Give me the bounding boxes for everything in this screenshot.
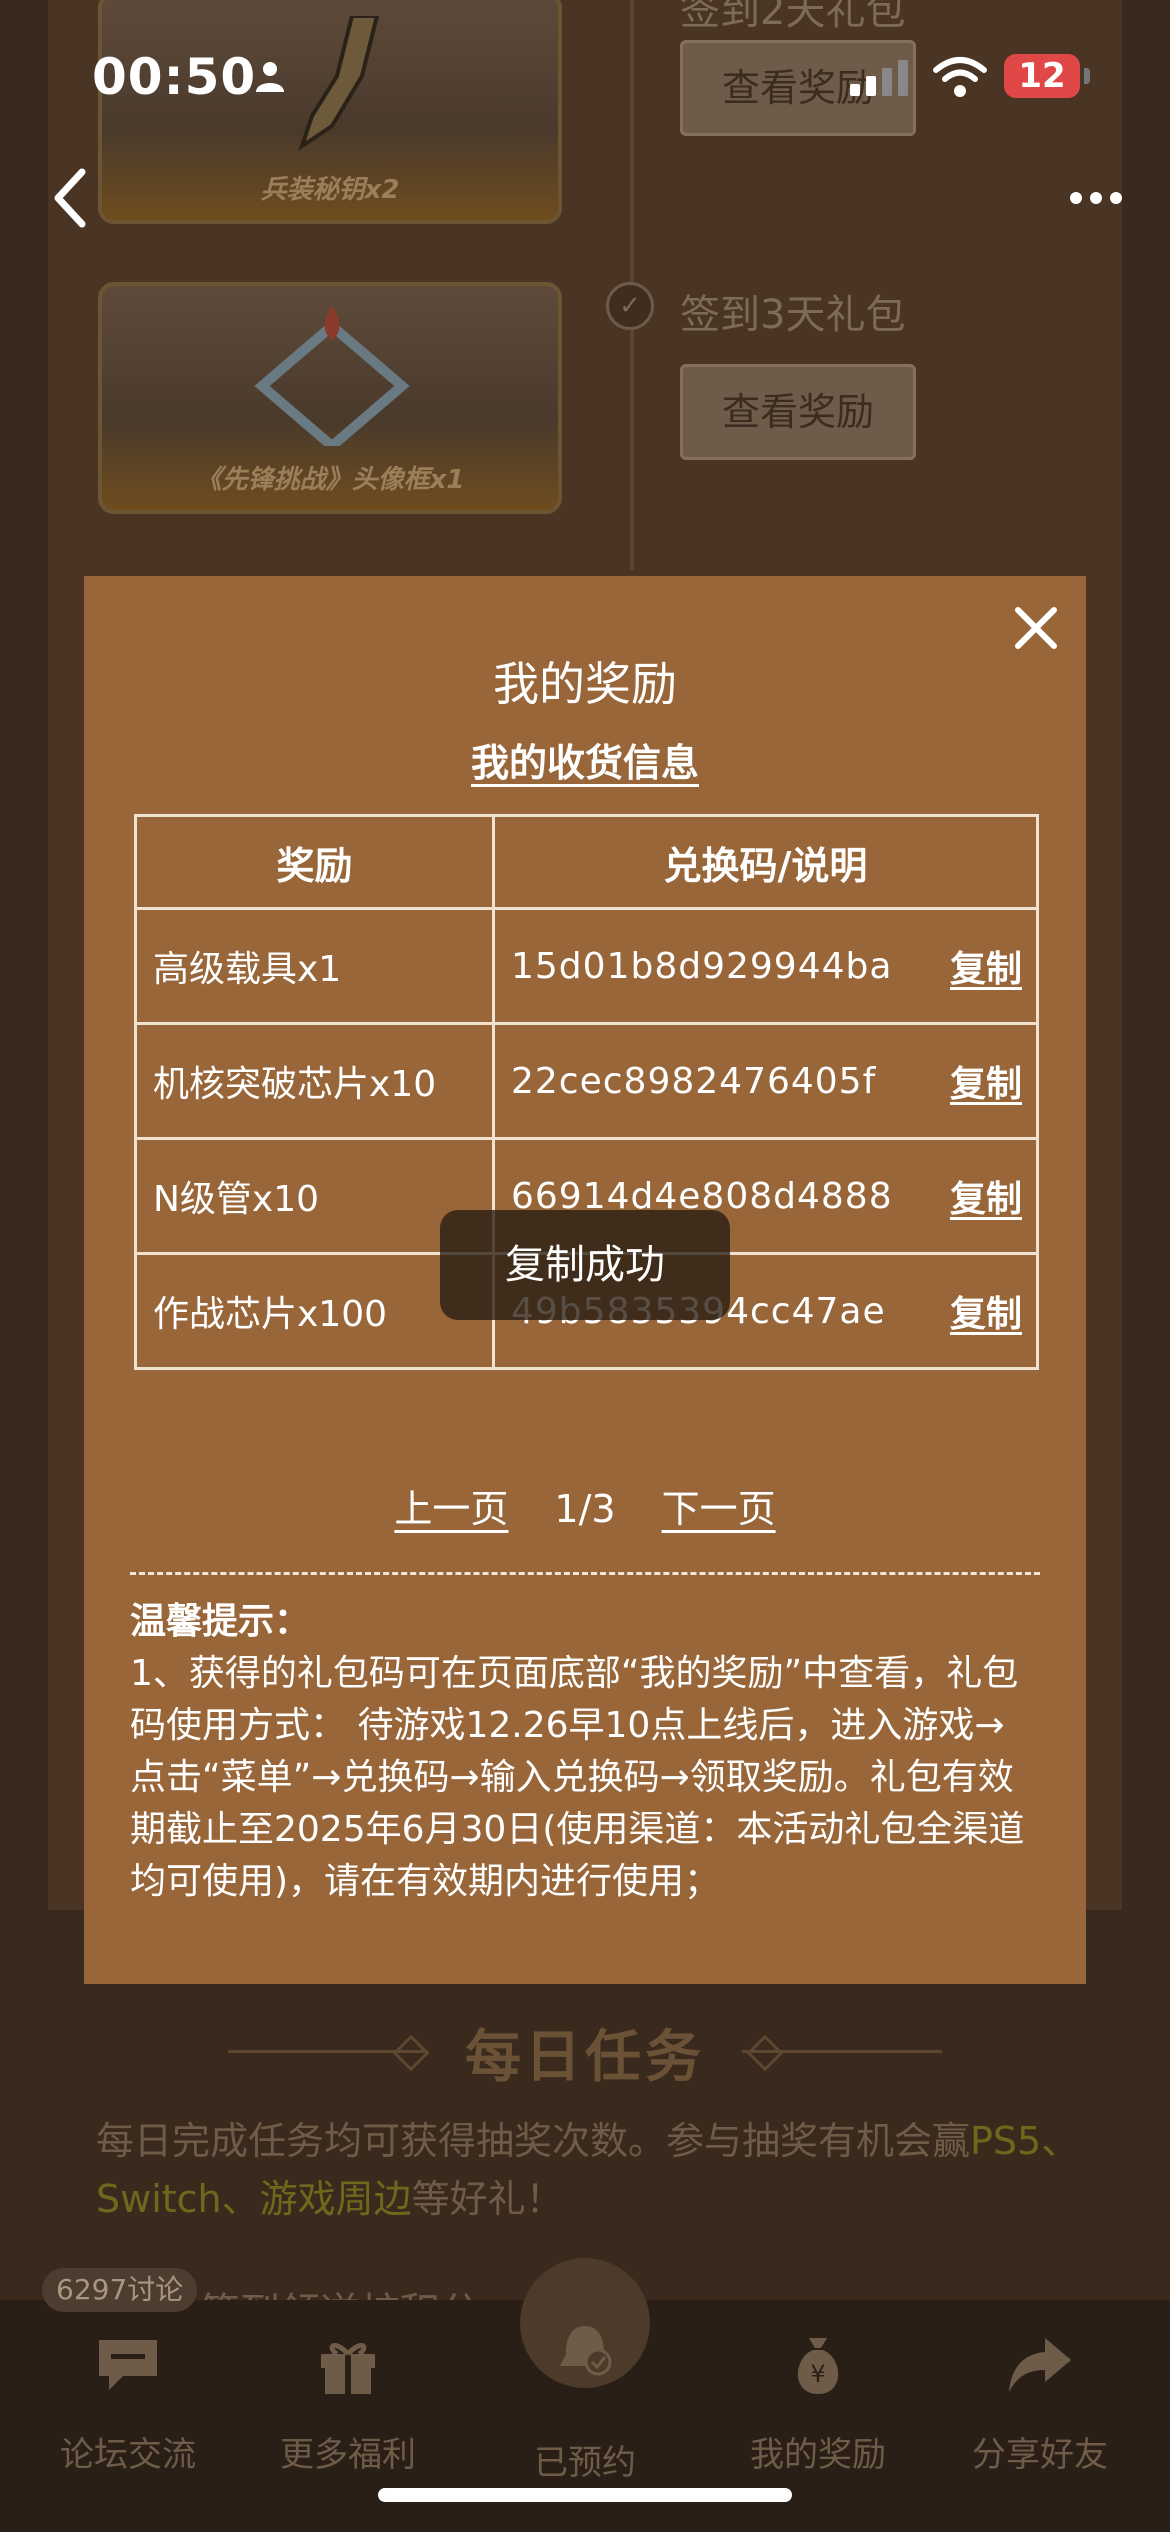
status-time: 00:50 [92,48,257,106]
person-icon [256,62,284,92]
column-header-code: 兑换码/说明 [492,814,1039,910]
copy-button[interactable]: 复制 [950,1170,1022,1222]
timeline-title: 签到2天礼包 [680,0,906,34]
daily-tasks-description: 每日完成任务均可获得抽奖次数。参与抽奖有机会赢PS5、Switch、游戏周边等好… [96,2119,1080,2221]
chat-icon [99,2340,157,2390]
tab-reserved[interactable]: 已预约 [495,2326,675,2484]
bell-check-icon [560,2326,612,2376]
check-circle-icon: ✓ [606,282,654,330]
shipping-info-link[interactable]: 我的收货信息 [84,732,1086,787]
money-bag-icon: ¥ [797,2338,839,2394]
back-icon[interactable] [52,166,92,230]
tab-label: 论坛交流 [60,2435,196,2475]
wifi-icon [933,57,987,97]
discussion-count-badge: 6297讨论 [42,2268,198,2312]
tab-label: 已预约 [534,2443,636,2483]
svg-text:¥: ¥ [810,2360,825,2388]
copy-button[interactable]: 复制 [950,1055,1022,1107]
reward-name: 高级载具x1 [134,907,495,1025]
code-cell: 22cec8982476405f 复制 [492,1022,1039,1140]
redeem-code: 22cec8982476405f [511,1060,877,1102]
copy-button[interactable]: 复制 [950,940,1022,992]
tips-box[interactable]: 温馨提示： 1、获得的礼包码可在页面底部“我的奖励”中查看，礼包码使用方式： 待… [130,1596,1040,1932]
modal-title: 我的奖励 [493,657,677,711]
daily-tasks-title: 每日任务 [465,2025,705,2090]
tips-text: 1、获得的礼包码可在页面底部“我的奖励”中查看，礼包码使用方式： 待游戏12.2… [130,1653,1025,1902]
column-header-reward: 奖励 [134,814,495,910]
tab-label: 更多福利 [280,2435,416,2475]
code-cell: 15d01b8d929944ba 复制 [492,907,1039,1025]
tab-label: 分享好友 [972,2435,1108,2475]
copy-button[interactable]: 复制 [950,1285,1022,1337]
copy-success-toast: 复制成功 [440,1210,730,1320]
dashed-divider [130,1572,1040,1575]
avatar-frame-icon [254,306,410,446]
battery-tip [1084,68,1090,84]
reward-card-key: 兵装秘钥x2 [98,0,562,224]
pagination: 上一页 1/3 下一页 [84,1478,1086,1533]
table-row: 高级载具x1 15d01b8d929944ba 复制 [134,907,1039,1025]
redeem-code: 15d01b8d929944ba [511,945,893,987]
more-icon[interactable] [1068,186,1124,210]
reward-name: 机核突破芯片x10 [134,1022,495,1140]
tab-forum[interactable]: 论坛交流 [38,2330,218,2476]
page-indicator: 1/3 [554,1487,616,1531]
prev-page-link[interactable]: 上一页 [394,1487,508,1531]
tab-my-rewards[interactable]: ¥ 我的奖励 [728,2330,908,2476]
tab-label: 我的奖励 [750,2435,886,2475]
share-icon [1009,2338,1071,2392]
next-page-link[interactable]: 下一页 [662,1487,776,1531]
table-row: 机核突破芯片x10 22cec8982476405f 复制 [134,1022,1039,1140]
reward-card-caption: 兵装秘钥x2 [260,175,400,205]
home-indicator [378,2488,792,2502]
reward-card-caption: 《先锋挑战》头像框x1 [195,465,465,495]
battery-level: 12 [1004,54,1080,98]
table-header-row: 奖励 兑换码/说明 [134,814,1039,910]
view-reward-button[interactable]: 查看奖励 [680,364,916,460]
tab-more-benefits[interactable]: 更多福利 [258,2330,438,2476]
tips-title: 温馨提示： [130,1601,311,1642]
close-icon[interactable] [1010,602,1062,654]
reward-card-avatar-frame: 《先锋挑战》头像框x1 [98,282,562,514]
gift-icon [321,2342,375,2394]
signal-icon [850,60,908,96]
tab-share[interactable]: 分享好友 [950,2330,1130,2476]
timeline-title: 签到3天礼包 [680,292,906,338]
